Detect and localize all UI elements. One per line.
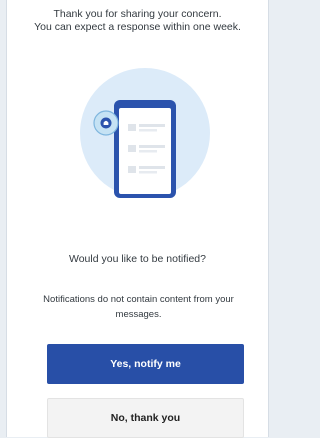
notification-dialog: Thank you for sharing your concern. You … — [6, 0, 269, 438]
notification-bubble-icon — [93, 110, 119, 136]
phone-notification-illustration — [80, 68, 210, 198]
yes-notify-button[interactable]: Yes, notify me — [47, 344, 244, 384]
confirmation-line-2: You can expect a response within one wee… — [34, 21, 241, 33]
notify-question: Would you like to be notified? — [69, 253, 206, 265]
no-thanks-button[interactable]: No, thank you — [47, 398, 244, 438]
phone-icon — [114, 100, 176, 198]
confirmation-message: Thank you for sharing your concern. You … — [7, 8, 268, 34]
notifications-note: Notifications do not contain content fro… — [43, 294, 234, 320]
confirmation-line-1: Thank you for sharing your concern. — [53, 8, 222, 20]
